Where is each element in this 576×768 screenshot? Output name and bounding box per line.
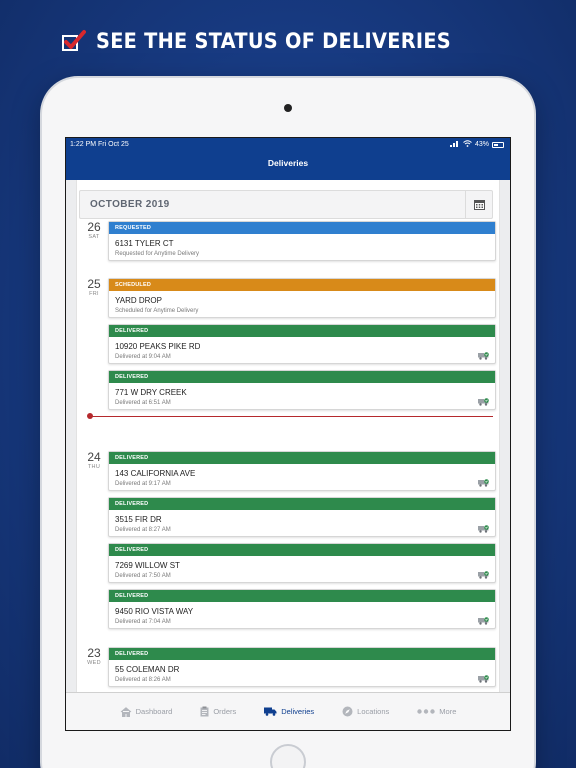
delivery-card[interactable]: DELIVERED 143 CALIFORNIA AVE Delivered a… bbox=[108, 451, 496, 491]
tab-label: Deliveries bbox=[281, 707, 315, 716]
delivery-address: 7269 WILLOW ST bbox=[115, 561, 180, 570]
delivered-truck-icon bbox=[478, 479, 489, 487]
delivery-card[interactable]: SCHEDULED YARD DROP Scheduled for Anytim… bbox=[108, 278, 496, 318]
delivery-address: 6131 TYLER CT bbox=[115, 239, 174, 248]
delivered-truck-icon bbox=[478, 398, 489, 406]
delivery-address: 143 CALIFORNIA AVE bbox=[115, 469, 196, 478]
compass-icon bbox=[342, 706, 353, 717]
tab-label: Dashboard bbox=[135, 707, 173, 716]
status-badge: DELIVERED bbox=[109, 371, 495, 383]
deliveries-list[interactable]: OCTOBER 2019 26 SAT 25 FRI 24 THU 23 WED bbox=[76, 180, 500, 692]
battery-percent: 43% bbox=[474, 141, 489, 148]
tab-dashboard[interactable]: Dashboard bbox=[106, 693, 187, 730]
status-badge: REQUESTED bbox=[109, 222, 495, 234]
signal-icon bbox=[449, 140, 460, 149]
more-dots-icon bbox=[417, 709, 435, 714]
app-screen: 1:22 PM Fri Oct 25 43% Deliveries OCTOBE… bbox=[65, 137, 511, 731]
delivered-truck-icon bbox=[478, 617, 489, 625]
delivery-detail: Delivered at 7:04 AM bbox=[115, 619, 171, 625]
status-time: 1:22 PM Fri Oct 25 bbox=[70, 141, 129, 148]
nav-bar: 1:22 PM Fri Oct 25 43% Deliveries bbox=[66, 138, 510, 180]
date-weekday: WED bbox=[87, 660, 101, 666]
delivery-address: 10920 PEAKS PIKE RD bbox=[115, 342, 201, 351]
tab-label: Locations bbox=[357, 707, 390, 716]
marketing-headline: SEE THE STATUS OF DELIVERIES bbox=[60, 26, 482, 56]
status-badge: DELIVERED bbox=[109, 590, 495, 602]
delivery-address: 9450 RIO VISTA WAY bbox=[115, 607, 194, 616]
delivery-card[interactable]: DELIVERED 3515 FIR DR Delivered at 8:27 … bbox=[108, 497, 496, 537]
delivery-detail: Delivered at 8:27 AM bbox=[115, 527, 171, 533]
date-weekday: SAT bbox=[88, 234, 100, 240]
tab-orders[interactable]: Orders bbox=[186, 693, 250, 730]
date-day: 24 bbox=[87, 450, 101, 464]
delivery-detail: Requested for Anytime Delivery bbox=[115, 251, 200, 257]
delivered-truck-icon bbox=[478, 525, 489, 533]
status-badge: SCHEDULED bbox=[109, 279, 495, 291]
battery-icon bbox=[492, 141, 504, 148]
delivery-detail: Delivered at 6:51 AM bbox=[115, 400, 171, 406]
delivery-detail: Delivered at 8:26 AM bbox=[115, 677, 171, 683]
headline-text: SEE THE STATUS OF DELIVERIES bbox=[96, 29, 452, 53]
delivery-card[interactable]: DELIVERED 10920 PEAKS PIKE RD Delivered … bbox=[108, 324, 496, 364]
tab-deliveries[interactable]: Deliveries bbox=[250, 693, 328, 730]
home-icon bbox=[120, 706, 131, 717]
status-indicators: 43% bbox=[449, 140, 504, 149]
delivery-card[interactable]: DELIVERED 55 COLEMAN DR Delivered at 8:2… bbox=[108, 647, 496, 687]
status-badge: DELIVERED bbox=[109, 544, 495, 556]
home-button bbox=[270, 744, 306, 768]
ipad-device-frame: 1:22 PM Fri Oct 25 43% Deliveries OCTOBE… bbox=[42, 78, 534, 768]
month-selector[interactable]: OCTOBER 2019 bbox=[79, 190, 493, 219]
delivery-detail: Delivered at 9:17 AM bbox=[115, 481, 171, 487]
delivery-card[interactable]: DELIVERED 7269 WILLOW ST Delivered at 7:… bbox=[108, 543, 496, 583]
delivery-detail: Delivered at 7:50 AM bbox=[115, 573, 171, 579]
delivery-address: 771 W DRY CREEK bbox=[115, 388, 187, 397]
status-badge: DELIVERED bbox=[109, 325, 495, 337]
current-time-line bbox=[89, 416, 493, 417]
delivery-card[interactable]: DELIVERED 9450 RIO VISTA WAY Delivered a… bbox=[108, 589, 496, 629]
status-badge: DELIVERED bbox=[109, 648, 495, 660]
month-label: OCTOBER 2019 bbox=[90, 199, 170, 210]
date-day: 23 bbox=[87, 646, 101, 660]
delivery-address: 3515 FIR DR bbox=[115, 515, 162, 524]
date-day: 25 bbox=[87, 277, 101, 291]
delivery-address: YARD DROP bbox=[115, 296, 162, 305]
truck-icon bbox=[264, 707, 277, 716]
delivery-detail: Scheduled for Anytime Delivery bbox=[115, 308, 199, 314]
delivery-card[interactable]: REQUESTED 6131 TYLER CT Requested for An… bbox=[108, 221, 496, 261]
delivery-address: 55 COLEMAN DR bbox=[115, 665, 180, 674]
camera-dot bbox=[284, 104, 292, 112]
checkmark-icon bbox=[60, 28, 86, 54]
delivered-truck-icon bbox=[478, 675, 489, 683]
calendar-icon bbox=[473, 200, 485, 210]
tab-more[interactable]: More bbox=[403, 693, 470, 730]
tab-bar: Dashboard Orders Deliveries Locations Mo… bbox=[66, 692, 510, 730]
status-badge: DELIVERED bbox=[109, 498, 495, 510]
tab-label: Orders bbox=[213, 707, 237, 716]
delivery-detail: Delivered at 9:04 AM bbox=[115, 354, 171, 360]
date-day: 26 bbox=[87, 220, 101, 234]
calendar-button[interactable] bbox=[465, 191, 492, 218]
clipboard-icon bbox=[200, 706, 209, 717]
date-weekday: FRI bbox=[89, 291, 99, 297]
wifi-icon bbox=[463, 140, 472, 149]
date-weekday: THU bbox=[87, 464, 101, 470]
tab-locations[interactable]: Locations bbox=[328, 693, 403, 730]
delivered-truck-icon bbox=[478, 571, 489, 579]
status-badge: DELIVERED bbox=[109, 452, 495, 464]
page-title: Deliveries bbox=[267, 158, 309, 168]
tab-label: More bbox=[439, 707, 457, 716]
delivered-truck-icon bbox=[478, 352, 489, 360]
delivery-card[interactable]: DELIVERED 771 W DRY CREEK Delivered at 6… bbox=[108, 370, 496, 410]
